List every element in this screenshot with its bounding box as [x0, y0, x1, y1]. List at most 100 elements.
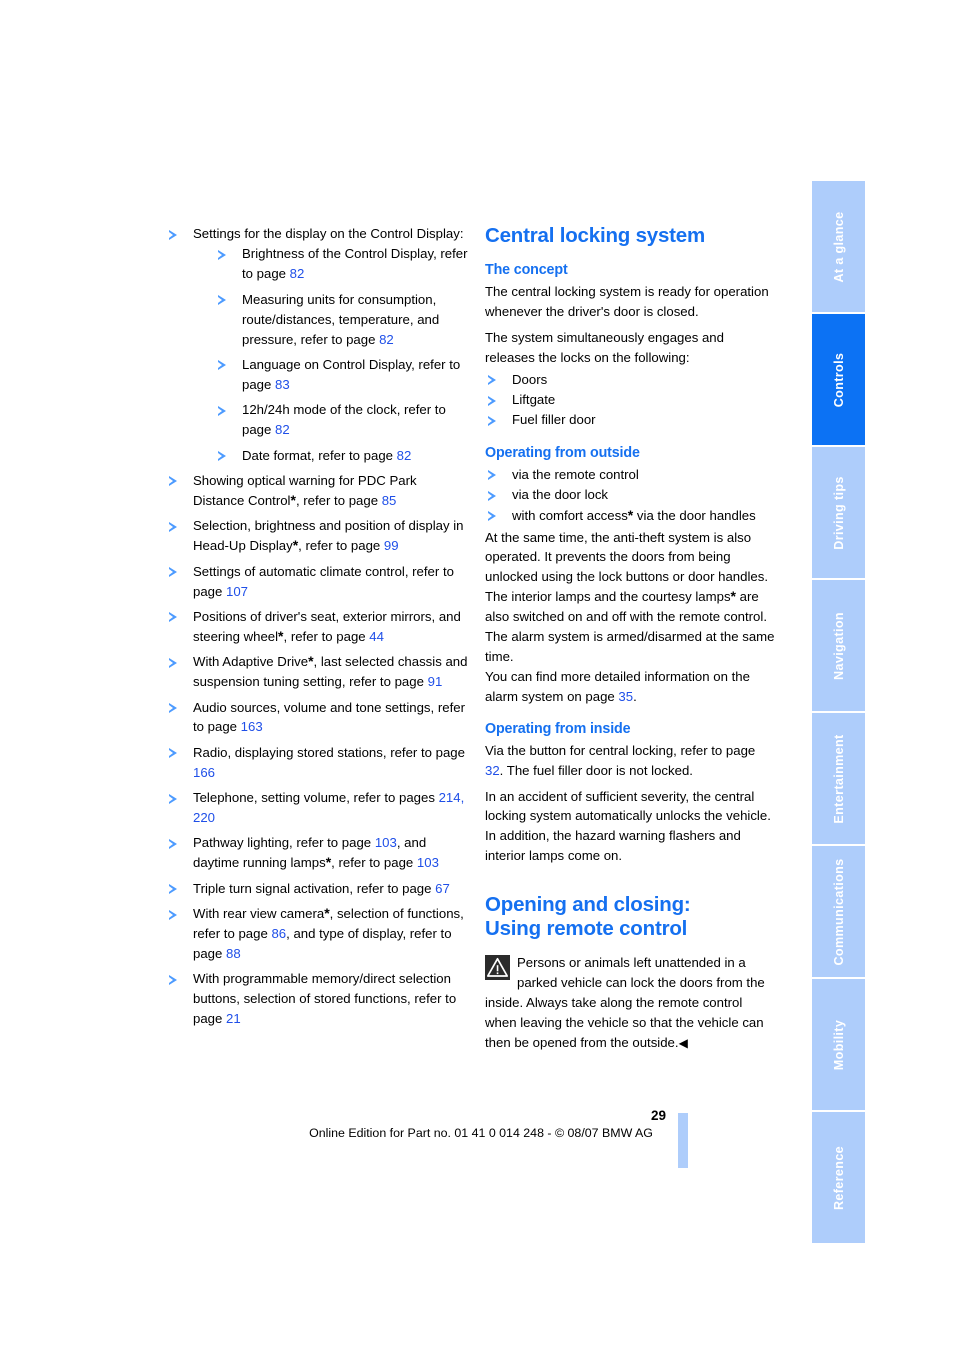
page-reference-link[interactable]: 86 [271, 926, 286, 941]
page-reference-link[interactable]: 35 [618, 689, 633, 704]
list-item: Settings for the display on the Control … [166, 224, 468, 465]
list-item-text: Doors [512, 371, 548, 387]
bullet-triangle-icon [218, 360, 226, 371]
page-reference-link[interactable]: 67 [435, 881, 450, 896]
list-item: Positions of driver's seat, exterior mir… [166, 607, 468, 647]
page-reference-link[interactable]: 83 [275, 377, 290, 392]
list-item-text: Pathway lighting, refer to page [193, 835, 375, 851]
list-item: Date format, refer to page 82 [215, 446, 468, 466]
inside-paragraph-2: In an accident of sufficient severity, t… [485, 788, 771, 864]
bullet-triangle-icon [218, 405, 226, 416]
list-item: via the door lock [485, 485, 777, 505]
bullet-triangle-icon [169, 909, 177, 920]
tab-label: Navigation [831, 611, 846, 680]
list-item-text: via the remote control [512, 466, 639, 482]
alarm-info-paragraph: You can find more detailed information o… [485, 667, 777, 707]
tab-at-a-glance[interactable]: At a glance [812, 181, 865, 312]
tab-navigation[interactable]: Navigation [812, 580, 865, 711]
inside-paragraph-1: Via the button for central locking, refe… [485, 741, 777, 781]
page-reference-link[interactable]: 85 [382, 493, 397, 508]
tab-driving-tips[interactable]: Driving tips [812, 447, 865, 578]
bullet-triangle-icon [488, 375, 496, 386]
subsection-title-operating-from-outside: Operating from outside [485, 444, 640, 461]
tab-label: Communications [831, 857, 846, 966]
page-reference-link[interactable]: 91 [428, 674, 443, 689]
bullet-triangle-icon [488, 511, 496, 522]
bullet-triangle-icon [169, 657, 177, 668]
tab-label: Driving tips [831, 475, 846, 550]
subsection-title-operating-from-inside: Operating from inside [485, 720, 631, 737]
tab-label: Entertainment [831, 733, 846, 824]
warning-triangle-icon [485, 955, 510, 981]
section-title-line-2: Using remote control [485, 916, 688, 940]
list-item: Liftgate [485, 390, 777, 410]
bullet-triangle-icon [169, 793, 177, 804]
tab-label: Reference [831, 1145, 846, 1210]
bullet-triangle-icon [218, 249, 226, 260]
tab-mobility[interactable]: Mobility [812, 979, 865, 1110]
page-reference-link[interactable]: 166 [193, 765, 215, 780]
list-item-text: Settings for the display on the Control … [193, 226, 464, 241]
bullet-triangle-icon [169, 838, 177, 849]
list-item-text: Date format, refer to page [242, 447, 397, 463]
bullet-triangle-icon [218, 451, 226, 462]
list-item-text: Liftgate [512, 392, 556, 408]
bullet-triangle-icon [169, 521, 177, 532]
list-item-text: via the door lock [512, 487, 609, 503]
concept-paragraph-1: The central locking system is ready for … [485, 284, 769, 319]
list-item-text: Measuring units for consumption, route/d… [242, 291, 440, 347]
list-item: With Adaptive Drive*, last selected chas… [166, 652, 468, 692]
list-item: Radio, displaying stored stations, refer… [166, 743, 468, 783]
list-item-text: with comfort access* via the door handle… [512, 506, 756, 523]
settings-bullet-list: Settings for the display on the Control … [166, 224, 468, 1029]
page-reference-link[interactable]: 103 [417, 855, 439, 870]
page-reference-link[interactable]: 163 [241, 719, 263, 734]
section-title-line-1: Opening and closing: [485, 893, 691, 917]
bullet-triangle-icon [169, 229, 177, 240]
list-item: Pathway lighting, refer to page 103, and… [166, 833, 468, 873]
bullet-triangle-icon [488, 470, 496, 481]
list-item: Showing optical warning for PDC Park Dis… [166, 471, 468, 511]
bullet-triangle-icon [169, 567, 177, 578]
list-item-text: Fuel filler door [512, 412, 596, 428]
page-reference-link[interactable]: 82 [379, 332, 394, 347]
page-reference-link[interactable]: 82 [397, 448, 412, 463]
page-reference-link[interactable]: 99 [384, 538, 399, 553]
warning-note: Persons or animals left unattended in a … [485, 953, 777, 1054]
page-reference-link[interactable]: 103 [375, 835, 397, 850]
tab-communications[interactable]: Communications [812, 846, 865, 977]
page-reference-link[interactable]: 32 [485, 763, 500, 778]
page-reference-link[interactable]: 82 [275, 422, 290, 437]
list-item-text: Positions of driver's seat, exterior mir… [193, 608, 461, 644]
list-item: Measuring units for consumption, route/d… [215, 290, 468, 350]
tab-controls[interactable]: Controls [812, 314, 865, 445]
list-item: Brightness of the Control Display, refer… [215, 244, 468, 284]
list-item: with comfort access* via the door handle… [485, 506, 777, 526]
section-title-opening-closing: Opening and closing: Using remote control [485, 893, 777, 940]
list-item-text: With Adaptive Drive*, last selected chas… [193, 653, 468, 690]
bullet-triangle-icon [169, 476, 177, 487]
list-item: Language on Control Display, refer to pa… [215, 355, 468, 395]
list-item: Telephone, setting volume, refer to page… [166, 788, 468, 828]
list-item-text: Brightness of the Control Display, refer… [242, 246, 468, 282]
list-item: Audio sources, volume and tone settings,… [166, 698, 468, 738]
bullet-triangle-icon [169, 884, 177, 895]
list-item: Settings of automatic climate control, r… [166, 562, 468, 602]
page-reference-link[interactable]: 107 [226, 584, 248, 599]
warning-text: Persons or animals left unattended in a … [485, 955, 765, 1050]
list-item-text: Radio, displaying stored stations, refer… [193, 744, 465, 760]
list-item: Triple turn signal activation, refer to … [166, 879, 468, 899]
manual-page: Settings for the display on the Control … [0, 0, 954, 1350]
bullet-triangle-icon [169, 974, 177, 985]
page-reference-link[interactable]: 44 [369, 629, 384, 644]
page-marker-bar [678, 1113, 688, 1168]
page-reference-link[interactable]: 82 [290, 266, 305, 281]
tab-label: At a glance [831, 210, 846, 283]
right-text-column: Central locking system The concept The c… [485, 224, 777, 1054]
tab-label: Mobility [831, 1019, 846, 1070]
page-reference-link[interactable]: 88 [226, 946, 241, 961]
tab-entertainment[interactable]: Entertainment [812, 713, 865, 844]
page-reference-link[interactable]: 21 [226, 1011, 241, 1026]
